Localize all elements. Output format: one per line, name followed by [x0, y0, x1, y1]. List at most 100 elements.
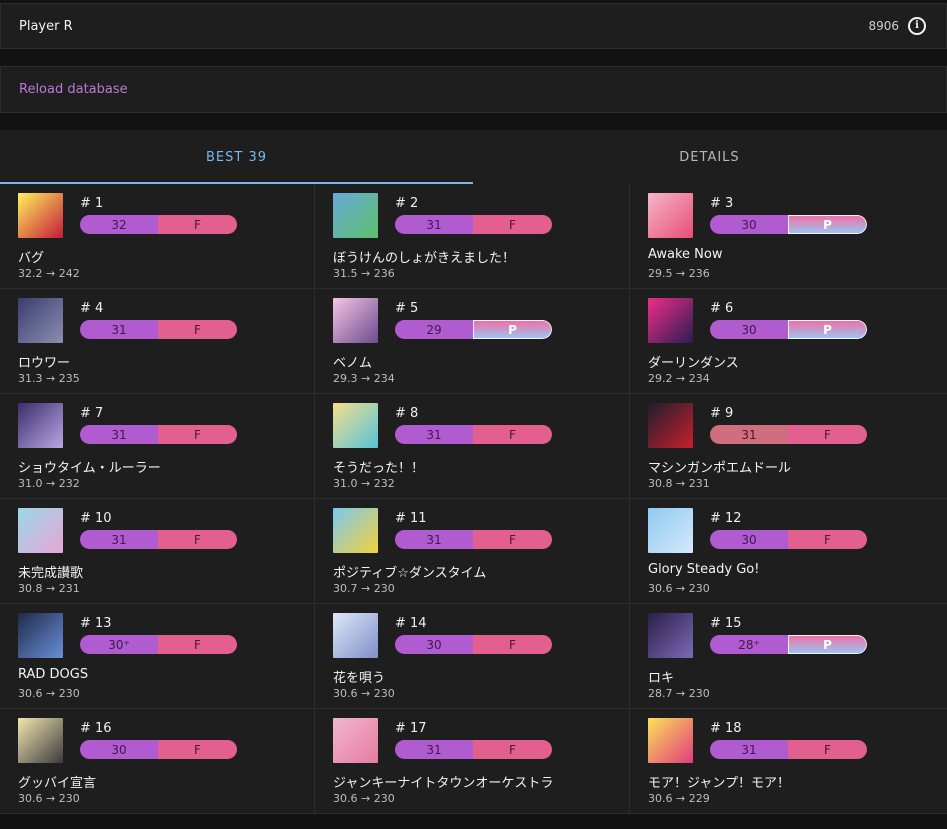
tab-bar: BEST 39 DETAILS [0, 130, 947, 185]
tab-details[interactable]: DETAILS [473, 130, 946, 184]
song-title: そうだった！！ [333, 461, 425, 476]
level-status-badge: 31 F [395, 740, 552, 759]
song-card[interactable]: # 5 29 P ベノム 29.3 → 234 [315, 289, 630, 394]
song-jacket-image [648, 193, 693, 238]
song-rating: 30.6 → 230 [333, 687, 395, 700]
song-level: 31 [395, 530, 473, 549]
song-level: 30 [80, 740, 158, 759]
song-card[interactable]: # 10 31 F 未完成讃歌 30.8 → 231 [0, 499, 315, 604]
song-level: 31 [395, 740, 473, 759]
song-rank: # 7 [80, 406, 104, 421]
song-rank: # 9 [710, 406, 734, 421]
song-card[interactable]: # 1 32 F バグ 32.2 → 242 [0, 184, 315, 289]
song-rating: 30.6 → 230 [18, 792, 80, 805]
song-level: 30 [395, 635, 473, 654]
song-jacket-image [18, 403, 63, 448]
song-title: Awake Now [648, 247, 723, 262]
song-rating: 28.7 → 230 [648, 687, 710, 700]
level-status-badge: 30 F [710, 530, 867, 549]
clear-status: F [788, 740, 867, 759]
song-rating: 30.6 → 230 [648, 582, 710, 595]
song-jacket-image [18, 193, 63, 238]
song-jacket-image [18, 298, 63, 343]
song-level: 31 [395, 425, 473, 444]
song-card[interactable]: # 4 31 F ロウワー 31.3 → 235 [0, 289, 315, 394]
song-jacket-image [333, 613, 378, 658]
song-card[interactable]: # 12 30 F Glory Steady Go! 30.6 → 230 [630, 499, 947, 604]
song-card[interactable]: # 11 31 F ポジティブ☆ダンスタイム 30.7 → 230 [315, 499, 630, 604]
song-rating: 30.8 → 231 [648, 477, 710, 490]
level-status-badge: 31 F [80, 530, 237, 549]
song-rank: # 2 [395, 196, 419, 211]
song-rank: # 12 [710, 511, 742, 526]
song-rating: 32.2 → 242 [18, 267, 80, 280]
clear-status: F [788, 530, 867, 549]
song-jacket-image [333, 403, 378, 448]
song-rank: # 17 [395, 721, 427, 736]
song-rank: # 14 [395, 616, 427, 631]
level-status-badge: 31 F [710, 740, 867, 759]
song-level: 30 [710, 530, 788, 549]
level-status-badge: 30 F [395, 635, 552, 654]
song-title: ロキ [648, 671, 675, 686]
song-jacket-image [648, 298, 693, 343]
song-card[interactable]: # 8 31 F そうだった！！ 31.0 → 232 [315, 394, 630, 499]
clear-status: F [158, 740, 237, 759]
song-rating: 30.7 → 230 [333, 582, 395, 595]
level-status-badge: 31 F [80, 320, 237, 339]
song-card[interactable]: # 2 31 F ぼうけんのしょがきえました！ 31.5 → 236 [315, 184, 630, 289]
song-rating: 30.6 → 229 [648, 792, 710, 805]
song-jacket-image [333, 508, 378, 553]
song-rating: 29.5 → 236 [648, 267, 710, 280]
song-rank: # 3 [710, 196, 734, 211]
song-title: RAD DOGS [18, 667, 89, 682]
song-card[interactable]: # 7 31 F ショウタイム・ルーラー 31.0 → 232 [0, 394, 315, 499]
app-window: Player R 8906 i Reload database BEST 39 … [0, 0, 947, 829]
song-rank: # 5 [395, 301, 419, 316]
song-card[interactable]: # 18 31 F モア！ジャンプ！モア！ 30.6 → 229 [630, 709, 947, 814]
song-card[interactable]: # 15 28⁺ P ロキ 28.7 → 230 [630, 604, 947, 709]
song-card[interactable]: # 17 31 F ジャンキーナイトタウンオーケストラ 30.6 → 230 [315, 709, 630, 814]
song-card[interactable]: # 3 30 P Awake Now 29.5 → 236 [630, 184, 947, 289]
clear-status: F [473, 635, 552, 654]
level-status-badge: 31 F [395, 425, 552, 444]
song-title: ダーリンダンス [648, 356, 739, 371]
clear-status: F [473, 425, 552, 444]
reload-database-link[interactable]: Reload database [19, 82, 128, 97]
clear-status: F [158, 215, 237, 234]
song-card[interactable]: # 16 30 F グッバイ宣言 30.6 → 230 [0, 709, 315, 814]
song-jacket-image [333, 298, 378, 343]
song-rank: # 8 [395, 406, 419, 421]
clear-status: F [473, 530, 552, 549]
song-rank: # 15 [710, 616, 742, 631]
song-level: 31 [80, 425, 158, 444]
song-card[interactable]: # 9 31 F マシンガンポエムドール 30.8 → 231 [630, 394, 947, 499]
level-status-badge: 31 F [80, 425, 237, 444]
song-jacket-image [648, 508, 693, 553]
level-status-badge: 30⁺ F [80, 635, 237, 654]
clear-status: P [788, 215, 867, 234]
song-rank: # 16 [80, 721, 112, 736]
song-level: 31 [395, 215, 473, 234]
level-status-badge: 32 F [80, 215, 237, 234]
level-status-badge: 29 P [395, 320, 552, 339]
song-title: 花を唄う [333, 671, 386, 686]
song-rank: # 1 [80, 196, 104, 211]
info-icon[interactable]: i [908, 17, 926, 35]
tab-best-39[interactable]: BEST 39 [0, 130, 473, 184]
song-rank: # 6 [710, 301, 734, 316]
song-level: 31 [80, 530, 158, 549]
song-card[interactable]: # 14 30 F 花を唄う 30.6 → 230 [315, 604, 630, 709]
clear-status: F [158, 425, 237, 444]
song-jacket-image [18, 613, 63, 658]
song-card[interactable]: # 13 30⁺ F RAD DOGS 30.6 → 230 [0, 604, 315, 709]
clear-status: F [473, 215, 552, 234]
song-level: 29 [395, 320, 473, 339]
song-title: 未完成讃歌 [18, 566, 84, 581]
song-level: 31 [80, 320, 158, 339]
clear-status: P [788, 635, 867, 654]
song-card[interactable]: # 6 30 P ダーリンダンス 29.2 → 234 [630, 289, 947, 394]
song-rating: 29.3 → 234 [333, 372, 395, 385]
song-jacket-image [648, 403, 693, 448]
song-jacket-image [18, 718, 63, 763]
